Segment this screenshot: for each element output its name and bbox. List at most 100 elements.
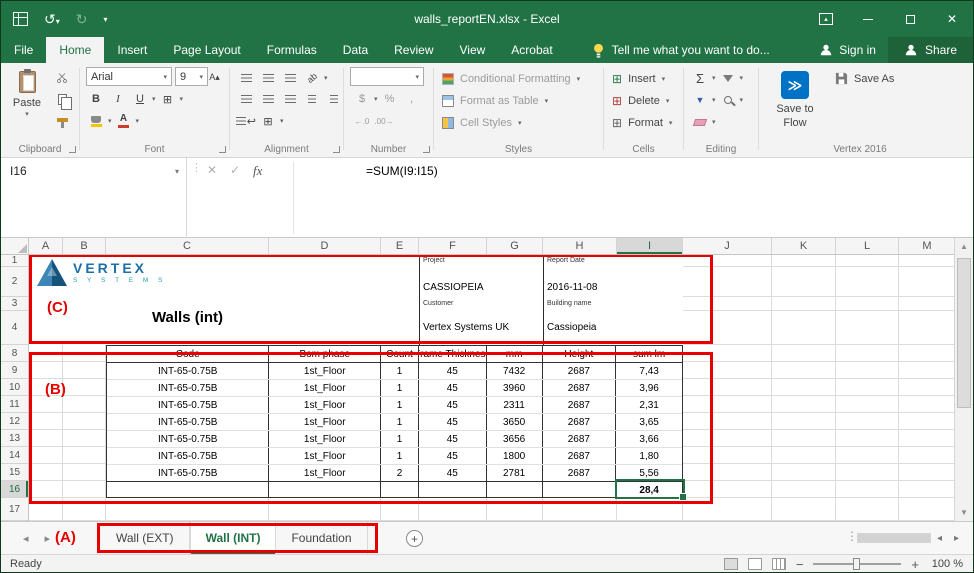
table-cell[interactable]: 1 — [381, 397, 419, 413]
close-button[interactable]: ✕ — [931, 1, 973, 37]
select-all-corner[interactable] — [1, 238, 29, 255]
ribbon-tab-review[interactable]: Review — [381, 37, 446, 63]
table-cell[interactable]: INT-65-0.75B — [107, 448, 269, 464]
grow-font-button[interactable]: A▴ — [210, 68, 219, 86]
zoom-out-button[interactable]: − — [796, 557, 804, 572]
column-header-i[interactable]: I — [617, 238, 683, 254]
table-cell[interactable]: 3,65 — [616, 414, 682, 430]
table-cell[interactable]: 2687 — [543, 465, 617, 481]
scroll-up-icon[interactable]: ▲ — [955, 238, 973, 255]
table-cell[interactable]: 3650 — [487, 414, 543, 430]
find-select-button[interactable] — [718, 91, 738, 109]
accounting-format-button[interactable]: $ — [352, 90, 372, 108]
cancel-entry-icon[interactable]: ✕ — [207, 163, 217, 177]
active-cell-selection[interactable] — [615, 479, 685, 499]
comma-style-button[interactable]: , — [402, 90, 422, 108]
table-cell[interactable]: 2687 — [543, 380, 617, 396]
column-header-g[interactable]: G — [487, 238, 543, 254]
clear-button[interactable] — [690, 113, 710, 131]
column-header-d[interactable]: D — [269, 238, 381, 254]
italic-button[interactable]: I — [108, 90, 128, 108]
top-align-button[interactable] — [236, 69, 256, 87]
page-break-view-button[interactable] — [772, 558, 786, 570]
table-cell[interactable]: 45 — [419, 363, 487, 379]
ribbon-tab-acrobat[interactable]: Acrobat — [498, 37, 565, 63]
ribbon-tab-data[interactable]: Data — [330, 37, 381, 63]
sort-filter-button[interactable] — [718, 69, 738, 87]
row-header-9[interactable]: 9 — [1, 362, 28, 379]
column-header-c[interactable]: C — [106, 238, 269, 254]
bold-button[interactable]: B — [86, 90, 106, 108]
ribbon-tab-home[interactable]: Home — [46, 37, 104, 63]
table-header-cell[interactable]: sum lm — [616, 346, 682, 362]
table-cell[interactable]: 45 — [419, 431, 487, 447]
borders-button[interactable]: ⊞ — [158, 90, 178, 108]
column-header-f[interactable]: F — [419, 238, 487, 254]
font-name-combo[interactable]: Arial▾ — [86, 67, 172, 86]
increase-decimal-button[interactable]: ←.0 — [352, 112, 372, 130]
vertical-scrollbar[interactable]: ▲ ▼ — [954, 238, 973, 521]
table-cell[interactable]: 2,31 — [616, 397, 682, 413]
table-cell[interactable]: 1 — [381, 448, 419, 464]
number-dialog-launcher-icon[interactable] — [423, 146, 430, 153]
copy-button[interactable] — [51, 90, 73, 108]
table-cell[interactable]: 1,80 — [616, 448, 682, 464]
ribbon-display-options-button[interactable]: ▴ — [805, 1, 847, 37]
table-cell[interactable]: 1st_Floor — [269, 465, 381, 481]
normal-view-button[interactable] — [724, 558, 738, 570]
cut-button[interactable] — [51, 69, 73, 87]
insert-function-icon[interactable]: fx — [253, 163, 262, 179]
wrap-text-button[interactable]: ↩ — [236, 112, 256, 130]
underline-button[interactable]: U — [130, 90, 150, 108]
align-left-button[interactable] — [236, 90, 256, 108]
table-cell[interactable]: 45 — [419, 380, 487, 396]
scroll-right-icon[interactable]: ▸ — [954, 533, 959, 544]
horizontal-scroll-thumb[interactable] — [858, 534, 930, 542]
column-header-e[interactable]: E — [381, 238, 419, 254]
table-cell[interactable]: 1st_Floor — [269, 397, 381, 413]
ribbon-tab-view[interactable]: View — [447, 37, 499, 63]
row-header-3[interactable]: 3 — [1, 297, 28, 311]
empty-cell[interactable] — [543, 482, 617, 498]
next-sheet-icon[interactable]: ▸ — [45, 532, 51, 545]
table-cell[interactable]: 1 — [381, 380, 419, 396]
zoom-in-button[interactable]: + — [911, 557, 919, 572]
maximize-button[interactable] — [889, 1, 931, 37]
row-header-13[interactable]: 13 — [1, 430, 28, 447]
cell-styles-button[interactable]: Cell Styles ▾ — [442, 113, 521, 133]
autosum-button[interactable]: Σ — [690, 69, 710, 87]
table-cell[interactable]: 1st_Floor — [269, 414, 381, 430]
align-right-button[interactable] — [280, 90, 300, 108]
table-cell[interactable]: 1st_Floor — [269, 431, 381, 447]
conditional-formatting-button[interactable]: Conditional Formatting ▾ — [442, 69, 580, 89]
column-header-j[interactable]: J — [683, 238, 772, 254]
customer-value[interactable]: Vertex Systems UK — [423, 322, 509, 333]
decrease-decimal-button[interactable]: .00→ — [374, 112, 394, 130]
formula-text[interactable]: =SUM(I9:I15) — [366, 164, 438, 178]
tell-me-box[interactable]: Tell me what you want to do... — [592, 37, 770, 63]
table-cell[interactable]: 1800 — [487, 448, 543, 464]
table-cell[interactable]: INT-65-0.75B — [107, 397, 269, 413]
table-cell[interactable]: INT-65-0.75B — [107, 465, 269, 481]
table-cell[interactable]: INT-65-0.75B — [107, 414, 269, 430]
merge-center-button[interactable]: ⊞ — [258, 112, 278, 130]
bottom-align-button[interactable] — [280, 69, 300, 87]
table-header-cell[interactable]: Code — [107, 346, 269, 362]
column-header-k[interactable]: K — [772, 238, 836, 254]
table-header-cell[interactable]: mm — [487, 346, 543, 362]
percent-style-button[interactable]: % — [380, 90, 400, 108]
table-cell[interactable]: 2687 — [543, 431, 617, 447]
format-as-table-button[interactable]: Format as Table ▾ — [442, 91, 548, 111]
decrease-indent-button[interactable] — [302, 90, 322, 108]
empty-cell[interactable] — [487, 482, 543, 498]
paste-button[interactable]: Paste▾ — [3, 66, 51, 120]
table-cell[interactable]: 45 — [419, 465, 487, 481]
row-header-17[interactable]: 17 — [1, 498, 28, 521]
zoom-slider-thumb[interactable] — [853, 558, 860, 570]
report-date-value[interactable]: 2016-11-08 — [547, 282, 597, 293]
cells-area[interactable]: VERTEX S Y S T E M S Walls (int) Project… — [29, 255, 956, 521]
zoom-slider[interactable] — [813, 563, 901, 565]
row-header-14[interactable]: 14 — [1, 447, 28, 464]
page-layout-view-button[interactable] — [748, 558, 762, 570]
row-header-11[interactable]: 11 — [1, 396, 28, 413]
